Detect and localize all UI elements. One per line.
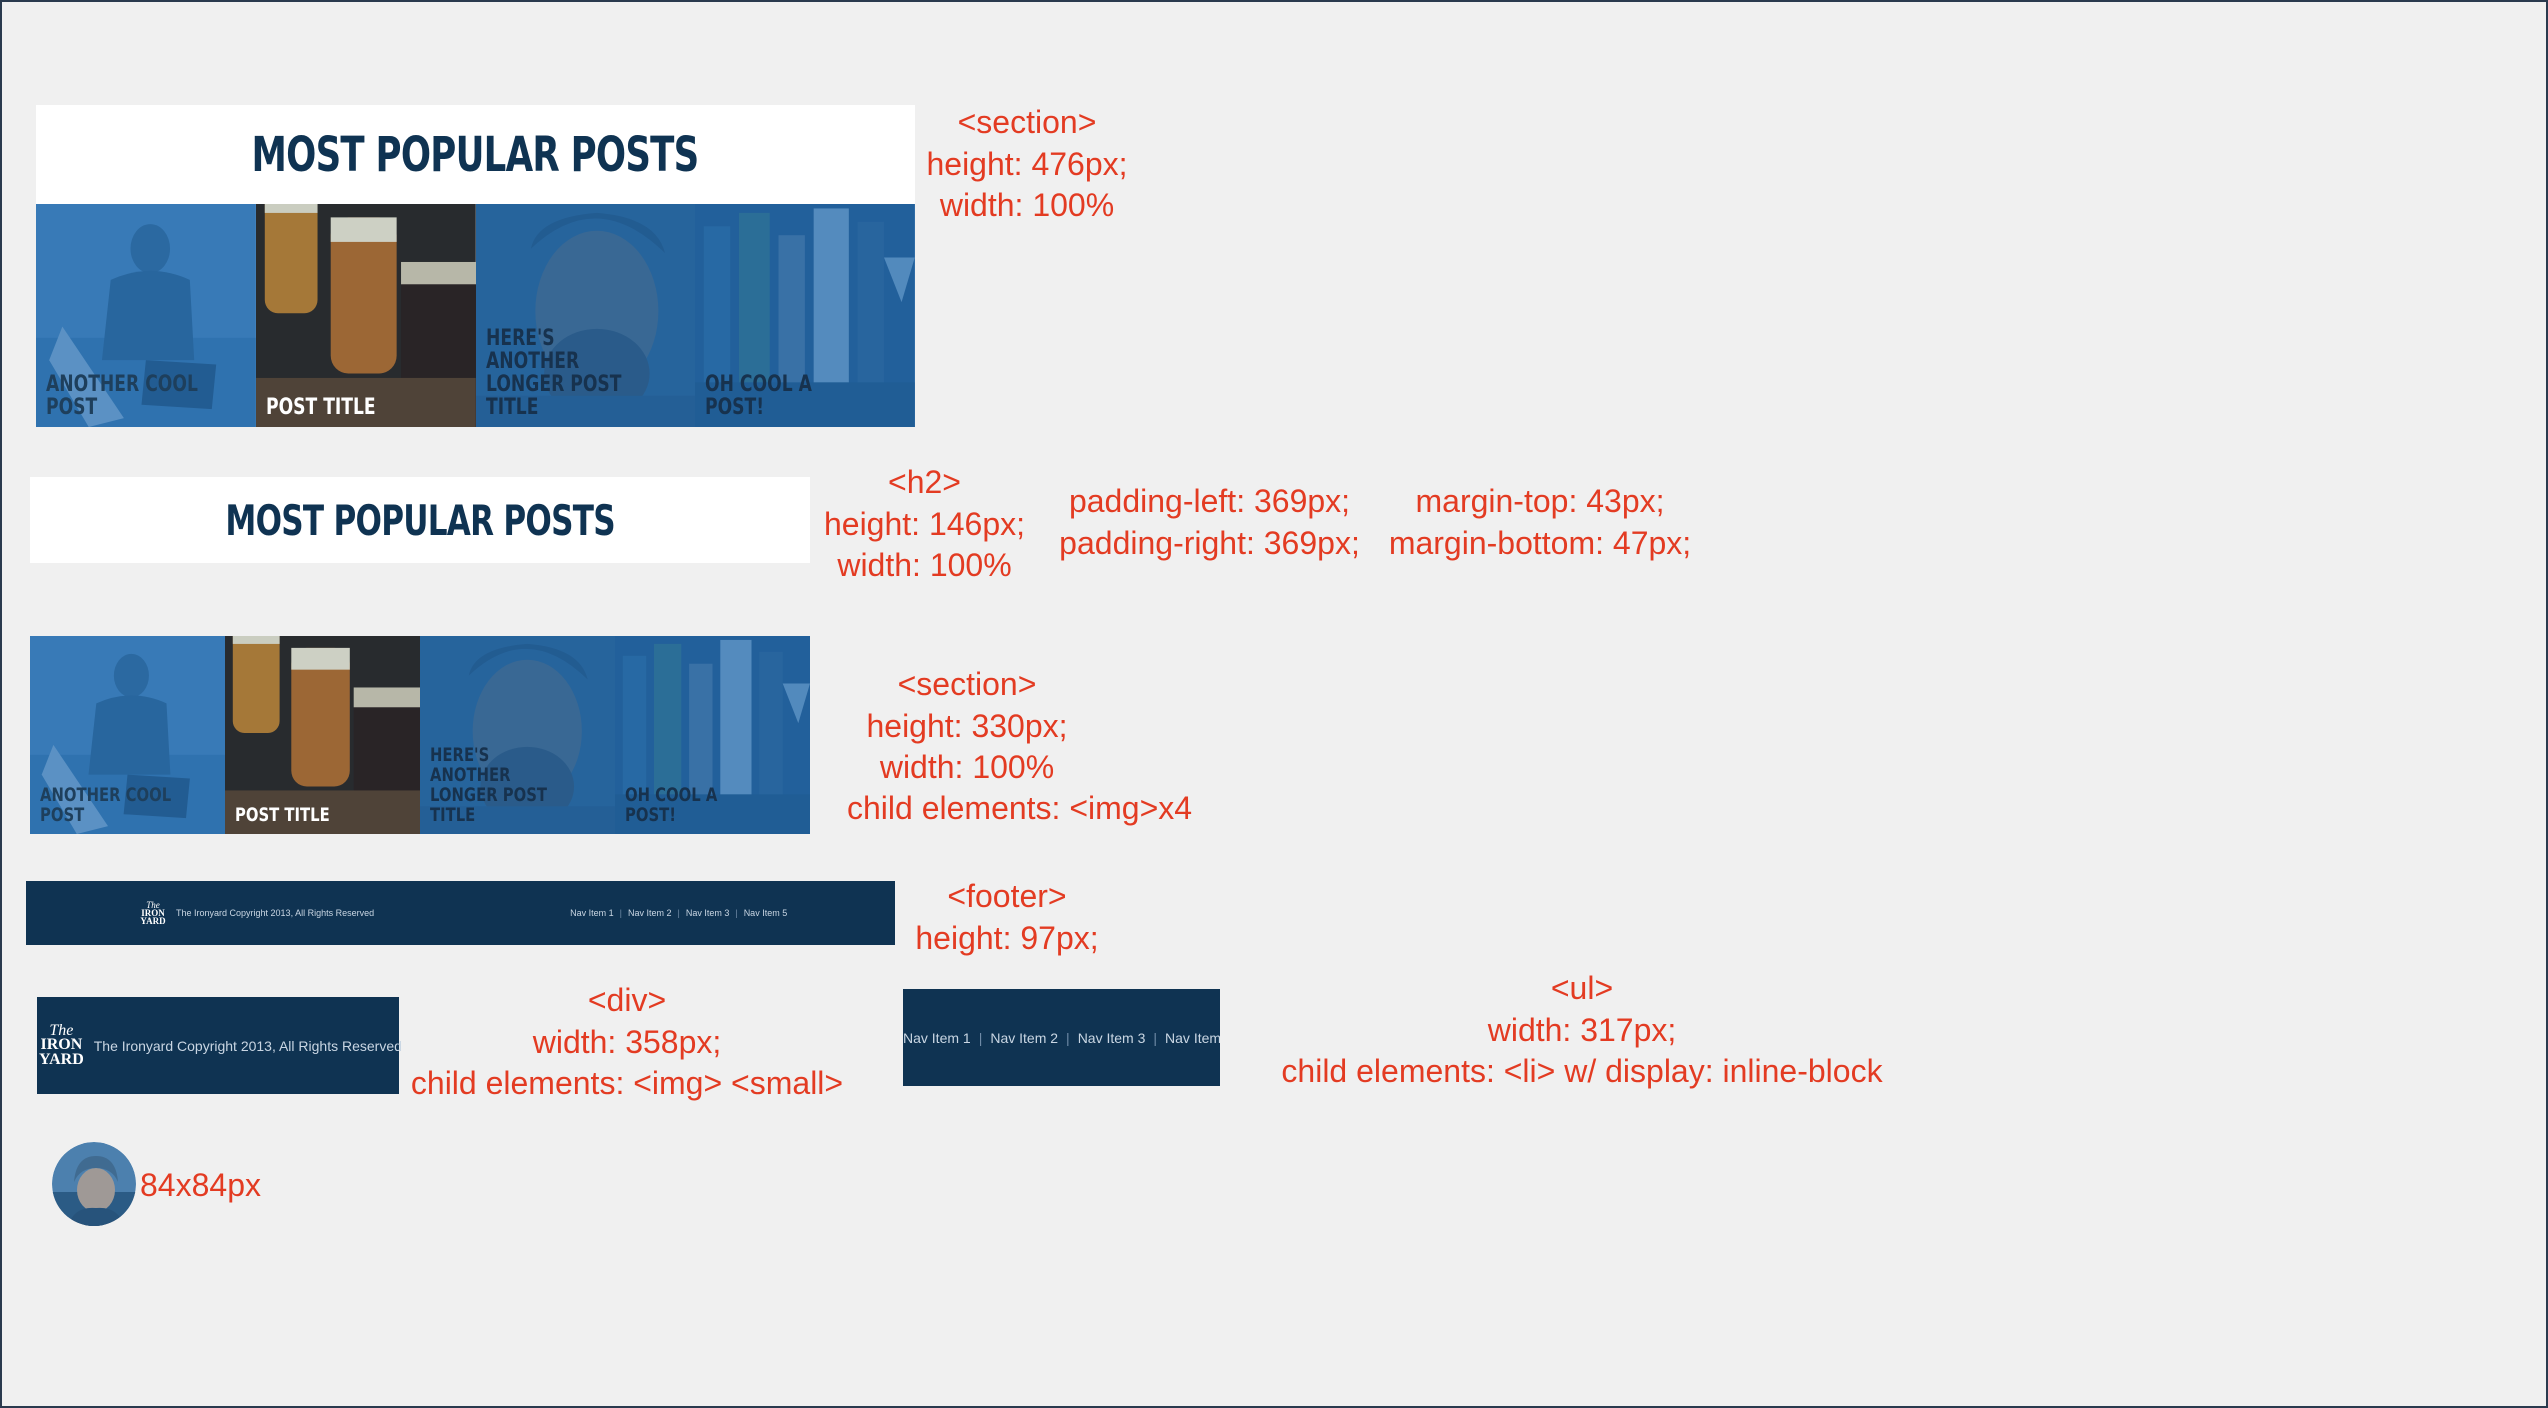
post-title-label: POST TITLE — [235, 804, 330, 827]
h2-preview: MOST POPULAR POSTS — [30, 477, 810, 563]
post-tile-beer[interactable]: POST TITLE — [255, 204, 476, 427]
footer-preview: The IRON YARD The Ironyard Copyright 201… — [26, 881, 895, 945]
annotation-avatar: 84x84px — [140, 1167, 261, 1203]
image-tile-bar[interactable]: OH COOL A POST! — [615, 636, 810, 834]
nav-item-3[interactable]: Nav Item 3 — [686, 908, 730, 918]
nav-item-2[interactable]: Nav Item 2 — [990, 1030, 1058, 1046]
annotation-h2: <h2> height: 146px; width: 100% — [823, 464, 1026, 584]
post-title-label: ANOTHER COOL POST — [40, 784, 172, 827]
nav-separator: | — [978, 1029, 983, 1046]
post-tile-surfer[interactable]: ANOTHER COOL POST — [36, 204, 256, 427]
post-title-label: ANOTHER COOL POST — [46, 371, 198, 420]
avatar — [52, 1142, 136, 1226]
post-title-label: OH COOL A POST! — [625, 784, 718, 827]
copyright-small: The Ironyard Copyright 2013, All Rights … — [93, 1037, 402, 1054]
nav-item-3[interactable]: Nav Item 3 — [1078, 1030, 1146, 1046]
annotation-section-full: <section> height: 476px; width: 100% — [926, 104, 1128, 224]
nav-separator: | — [1066, 1029, 1070, 1046]
footer-ul-preview: Nav Item 1 | Nav Item 2 | Nav Item 3 | N… — [903, 989, 1220, 1086]
image-tile-man[interactable]: HERE'S ANOTHER LONGER POST TITLE — [420, 636, 615, 834]
post-title-label: HERE'S ANOTHER LONGER POST TITLE — [485, 325, 622, 420]
post-tile-bar[interactable]: OH COOL A POST! — [695, 204, 915, 427]
post-title-label: POST TITLE — [265, 394, 376, 420]
ironyard-logo: The IRON YARD — [140, 899, 166, 927]
post-title-label: OH COOL A POST! — [705, 371, 813, 420]
annotation-footer: <footer> height: 97px; — [915, 878, 1099, 956]
image-section-preview: ANOTHER COOL POST POST TITLE HERE'S ANOT… — [30, 636, 810, 834]
image-tile-beer[interactable]: POST TITLE — [225, 636, 420, 834]
ironyard-logo-large: The IRON YARD — [39, 1021, 84, 1068]
section-preview: MOST POPULAR POSTS ANOTHER COOL POST POS… — [36, 105, 915, 427]
nav-item-1[interactable]: Nav Item 1 — [903, 1030, 971, 1046]
nav-separator: | — [1153, 1029, 1158, 1046]
nav-separator: | — [677, 908, 680, 918]
nav-item-5[interactable]: Nav Item 5 — [744, 908, 788, 918]
annotation-h2-padding: padding-left: 369px; padding-right: 369p… — [1059, 483, 1360, 561]
nav-item-5[interactable]: Nav Item 5 — [1165, 1030, 1220, 1046]
page-title: MOST POPULAR POSTS — [252, 126, 700, 183]
post-title-label: HERE'S ANOTHER LONGER POST TITLE — [430, 744, 548, 827]
post-tile-man[interactable]: HERE'S ANOTHER LONGER POST TITLE — [475, 204, 696, 427]
annotation-section-images: <section> height: 330px; width: 100% — [866, 666, 1068, 786]
nav-separator: | — [619, 908, 622, 918]
avatar-image — [52, 1142, 136, 1226]
nav-item-2[interactable]: Nav Item 2 — [628, 908, 672, 918]
annotation-section-images-children: child elements: <img>x4 — [847, 790, 1193, 826]
footer-nav-large: Nav Item 1 | Nav Item 2 | Nav Item 3 | N… — [903, 1030, 1220, 1046]
image-tint-overlay — [255, 204, 476, 427]
image-tile-surfer[interactable]: ANOTHER COOL POST — [30, 636, 225, 834]
nav-separator: | — [735, 908, 738, 918]
annotation-h2-margin: margin-top: 43px; margin-bottom: 47px; — [1388, 483, 1692, 561]
section-heading: MOST POPULAR POSTS — [36, 105, 915, 204]
footer-nav: Nav Item 1 | Nav Item 2 | Nav Item 3 | N… — [570, 908, 787, 918]
h2-title: MOST POPULAR POSTS — [225, 495, 615, 545]
annotation-ul: <ul> width: 317px; child elements: <li> … — [1281, 970, 1883, 1090]
copyright-text: The Ironyard Copyright 2013, All Rights … — [176, 908, 375, 918]
post-strip: ANOTHER COOL POST POST TITLE HERE'S ANOT… — [36, 204, 915, 427]
nav-item-1[interactable]: Nav Item 1 — [570, 908, 614, 918]
footer-div-preview: The IRON YARD The Ironyard Copyright 201… — [37, 997, 402, 1094]
annotation-div: <div> width: 358px; child elements: <img… — [410, 982, 844, 1102]
